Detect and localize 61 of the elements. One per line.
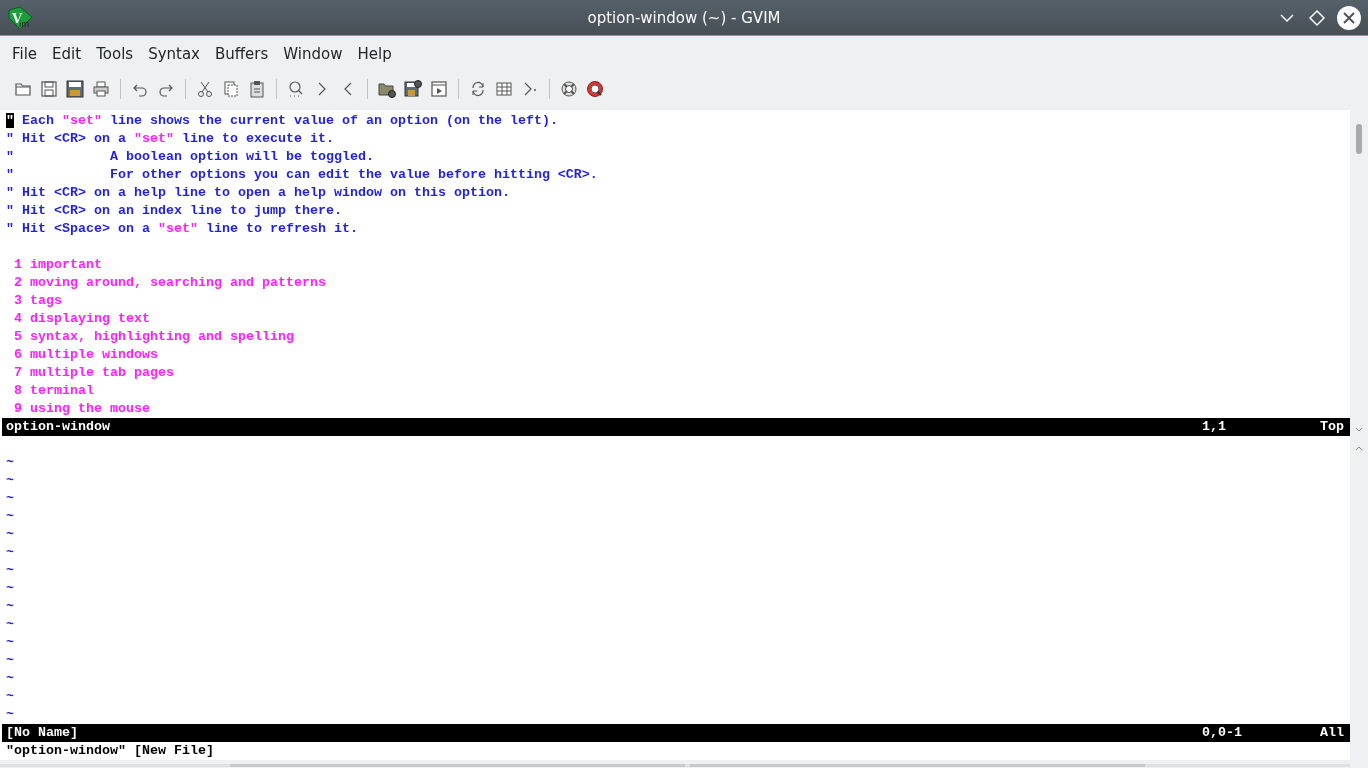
index-line[interactable]: 3 tags — [6, 293, 62, 308]
index-line[interactable]: 1 important — [6, 257, 102, 272]
tilde-marker: ~ — [6, 688, 14, 706]
comment-line: " A boolean option will be toggled. — [6, 149, 374, 164]
tilde-marker: ~ — [6, 598, 14, 616]
index-line[interactable]: 7 multiple tab pages — [6, 365, 174, 380]
maximize-button[interactable] — [1306, 7, 1328, 29]
scroll-position: All — [1320, 724, 1345, 742]
cursor-position: 0,0-1 — [1202, 724, 1243, 742]
tilde-marker: ~ — [6, 580, 14, 598]
comment-line: " Hit <CR> on a help line to open a help window on this option. — [6, 185, 510, 200]
command-line: "option-window" [New File] — [5, 742, 214, 760]
comment-line: " Hit <Space> on a "set" line to refresh it. — [6, 221, 358, 236]
comment-line: " Hit <CR> on a "set" line to execute it. — [6, 131, 334, 146]
close-button[interactable] — [1336, 5, 1362, 31]
lifebuoy-search-icon[interactable] — [586, 80, 604, 98]
refresh-icon[interactable] — [469, 80, 487, 98]
file-name: option-window — [6, 418, 111, 436]
search-icon[interactable] — [287, 80, 305, 98]
index-line[interactable]: 5 syntax, highlighting and spelling — [6, 329, 294, 344]
menu-item[interactable]: Tools — [88, 45, 142, 63]
tilde-marker: ~ — [6, 670, 14, 688]
menu-item[interactable]: Buffers — [207, 45, 277, 63]
tilde-marker: ~ — [6, 544, 14, 562]
tilde-marker: ~ — [6, 562, 14, 580]
index-line[interactable]: 6 multiple windows — [6, 347, 158, 362]
menu-item[interactable]: Window — [275, 45, 351, 63]
tilde-marker: ~ — [6, 652, 14, 670]
lifebuoy-icon[interactable] — [560, 80, 578, 98]
file-name: [No Name] — [6, 724, 79, 742]
tilde-marker: ~ — [6, 706, 14, 724]
tilde-marker: ~ — [6, 472, 14, 490]
folder-gear-icon[interactable] — [378, 80, 396, 98]
scissors-icon[interactable] — [196, 80, 214, 98]
menu-item[interactable]: Help — [349, 45, 400, 63]
index-line[interactable]: 4 displaying text — [6, 311, 150, 326]
tilde-marker: ~ — [6, 508, 14, 526]
comment-line: " Each "set" line shows the current value of an option (on the left). — [6, 113, 558, 128]
printer-icon[interactable] — [92, 80, 110, 98]
tilde-marker: ~ — [6, 490, 14, 508]
tilde-marker: ~ — [6, 454, 14, 472]
index-line[interactable]: 9 using the mouse — [6, 401, 150, 416]
table-icon[interactable] — [495, 80, 513, 98]
floppy-gear-icon[interactable] — [404, 80, 422, 98]
menu-item[interactable]: Syntax — [140, 45, 208, 63]
window-title: option-window (~) - GVIM — [587, 8, 781, 27]
clipboard-icon[interactable] — [248, 80, 266, 98]
menu-item[interactable]: File — [4, 45, 46, 63]
menu-item[interactable]: Edit — [44, 45, 90, 63]
tilde-marker: ~ — [6, 616, 14, 634]
cursor-position: 1,1 — [1202, 418, 1227, 436]
tilde-marker: ~ — [6, 526, 14, 544]
comment-line: " For other options you can edit the value before hitting <CR>. — [6, 167, 598, 182]
comment-line: " Hit <CR> on an index line to jump there. — [6, 203, 342, 218]
index-line[interactable]: 8 terminal — [6, 383, 94, 398]
play-window-icon[interactable] — [430, 80, 448, 98]
folder-icon[interactable] — [14, 80, 32, 98]
index-line[interactable]: 2 moving around, searching and patterns — [6, 275, 326, 290]
tilde-marker: ~ — [6, 634, 14, 652]
copy-icon[interactable] — [222, 80, 240, 98]
scroll-position: Top — [1320, 418, 1345, 436]
